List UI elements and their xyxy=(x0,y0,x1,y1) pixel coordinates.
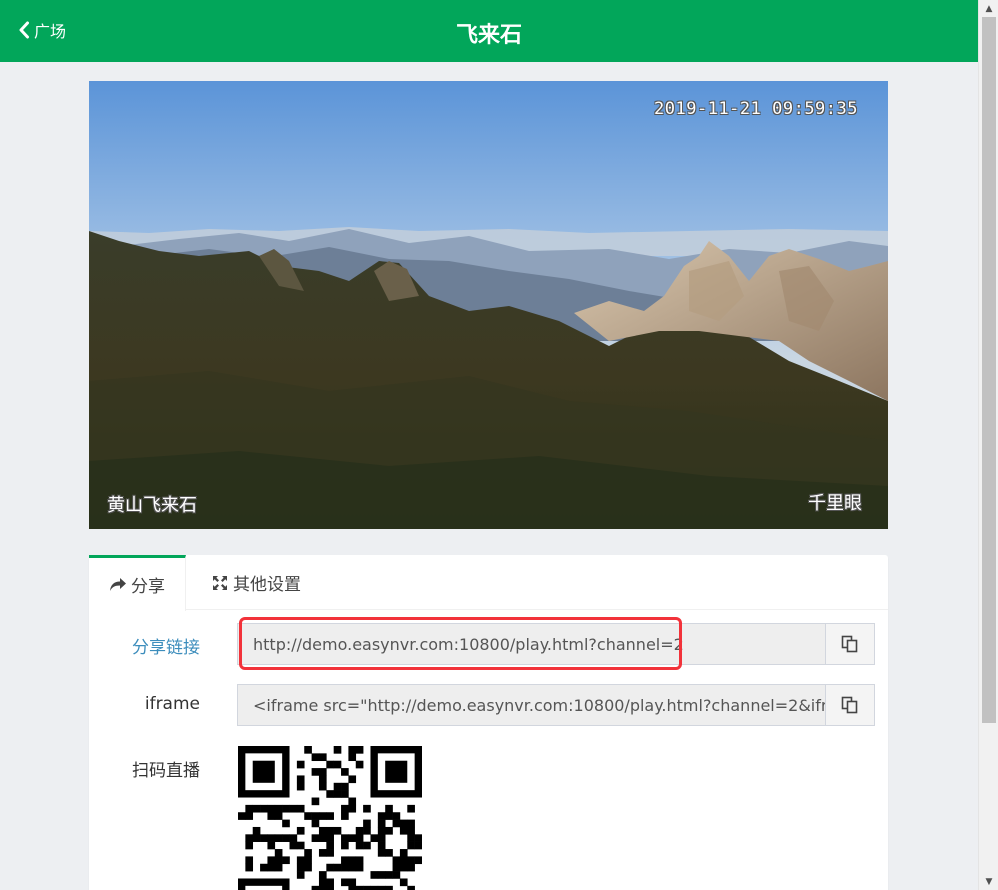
expand-icon xyxy=(213,575,227,590)
copy-iframe-button[interactable] xyxy=(825,684,875,726)
tab-bar: 分享 其他设置 xyxy=(89,555,888,611)
video-timestamp: 2019-11-21 09:59:35 xyxy=(654,99,858,119)
tab-other-settings[interactable]: 其他设置 xyxy=(211,555,301,610)
copy-icon xyxy=(841,635,858,653)
video-frame-image xyxy=(89,81,888,529)
tab-other-settings-label: 其他设置 xyxy=(233,575,301,595)
page-scrollbar[interactable]: ▲ ▼ xyxy=(978,0,998,890)
share-link-group: http://demo.easynvr.com:10800/play.html?… xyxy=(237,623,875,665)
copy-share-link-button[interactable] xyxy=(825,623,875,665)
scroll-thumb[interactable] xyxy=(982,17,996,723)
tab-share-label: 分享 xyxy=(131,577,165,597)
iframe-code-field[interactable]: <iframe src="http://demo.easynvr.com:108… xyxy=(237,684,825,726)
top-bar: 广场 飞来石 xyxy=(0,0,978,62)
camera-name-overlay: 黄山飞来石 xyxy=(107,495,197,516)
share-icon xyxy=(110,577,126,591)
tab-share[interactable]: 分享 xyxy=(89,555,186,611)
qr-code-image xyxy=(238,746,422,890)
scroll-down-arrow-icon[interactable]: ▼ xyxy=(979,873,998,890)
iframe-group: <iframe src="http://demo.easynvr.com:108… xyxy=(237,684,875,726)
share-link-field[interactable]: http://demo.easynvr.com:10800/play.html?… xyxy=(237,623,825,665)
qr-label: 扫码直播 xyxy=(132,761,200,781)
page-title: 飞来石 xyxy=(455,23,522,48)
share-link-label: 分享链接 xyxy=(132,638,200,658)
watermark-overlay: 千里眼 xyxy=(808,493,862,514)
iframe-label: iframe xyxy=(144,694,200,714)
scroll-up-arrow-icon[interactable]: ▲ xyxy=(979,0,998,17)
copy-icon xyxy=(841,696,858,714)
video-player[interactable]: 2019-11-21 09:59:35 黄山飞来石 千里眼 xyxy=(89,81,888,529)
